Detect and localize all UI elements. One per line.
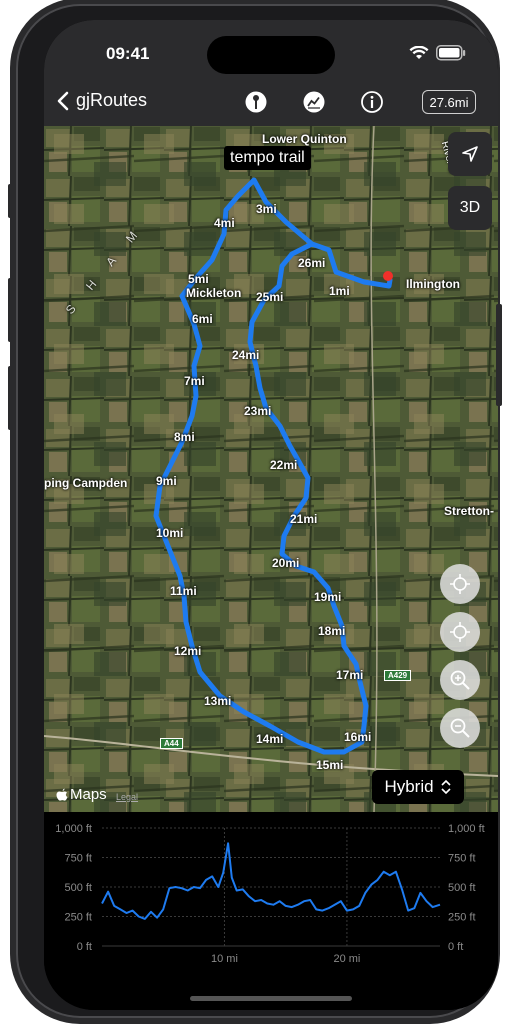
y-tick-label-left: 0 ft <box>77 941 92 953</box>
maps-attribution: Maps <box>56 786 107 803</box>
mile-marker: 17mi <box>336 668 364 682</box>
elevation-chart-svg: 1,000 ft 1,000 ft 750 ft 750 ft 500 ft 500 ft… <box>55 823 485 965</box>
mile-marker: 8mi <box>174 430 195 444</box>
zoom-in-icon <box>450 670 470 690</box>
pin-icon <box>245 91 267 113</box>
mile-marker: 10mi <box>156 526 184 540</box>
place-label: Mickleton <box>186 286 242 300</box>
status-bar: 09:41 <box>44 20 498 78</box>
mile-marker: 7mi <box>184 374 205 388</box>
action-button <box>8 184 14 218</box>
mile-marker: 11mi <box>170 584 197 598</box>
y-tick-label-right: 250 ft <box>448 912 476 924</box>
start-marker <box>383 271 393 281</box>
place-label: Lower Quinton <box>262 132 347 146</box>
x-tick-label: 20 mi <box>333 953 360 965</box>
mile-marker: 3mi <box>256 202 277 216</box>
three-d-button[interactable]: 3D <box>448 186 492 230</box>
home-indicator <box>190 996 352 1001</box>
phone-frame: 09:41 gjRoutes 27.6mi tempo trail Lower … <box>16 4 498 1018</box>
y-tick-label-right: 500 ft <box>448 882 476 894</box>
mile-marker: 24mi <box>232 348 260 362</box>
mile-marker: 20mi <box>272 556 300 570</box>
distance-badge[interactable]: 27.6mi <box>422 90 476 114</box>
mile-marker: 1mi <box>329 284 350 298</box>
map-type-selector[interactable]: Hybrid <box>372 770 464 804</box>
mile-marker: 19mi <box>314 590 342 604</box>
y-tick-label-right: 1,000 ft <box>448 823 485 835</box>
track-button[interactable] <box>440 612 480 652</box>
pin-button[interactable] <box>244 90 268 114</box>
map-view[interactable]: tempo trail Lower Quinton Mickleton Ilmi… <box>44 126 498 812</box>
mile-marker: 22mi <box>270 458 298 472</box>
chevron-left-icon <box>57 91 69 110</box>
location-arrow-icon <box>462 146 478 162</box>
zoom-out-icon <box>450 718 470 738</box>
y-tick-label-left: 750 ft <box>64 853 92 865</box>
mile-marker: 21mi <box>290 512 318 526</box>
mile-marker: 16mi <box>344 730 372 744</box>
zoom-in-button[interactable] <box>440 660 480 700</box>
mile-marker: 6mi <box>192 312 213 326</box>
elevation-line <box>101 842 441 920</box>
mile-marker: 23mi <box>244 404 272 418</box>
chevron-up-down-icon <box>440 779 451 795</box>
place-label: Stretton- <box>444 504 494 518</box>
elevation-button[interactable] <box>302 90 326 114</box>
place-label: Ilmington <box>406 277 460 291</box>
info-button[interactable] <box>360 90 384 114</box>
info-icon <box>361 91 383 113</box>
mile-marker: 15mi <box>316 758 344 772</box>
map-type-label: Hybrid <box>384 777 434 796</box>
elevation-chart-icon <box>303 91 325 113</box>
legal-link[interactable]: Legal <box>116 792 138 802</box>
crosshair-icon <box>450 574 470 594</box>
recenter-button[interactable] <box>440 564 480 604</box>
road-label: A429 <box>384 670 412 681</box>
mile-marker: 13mi <box>204 694 232 708</box>
back-button[interactable]: gjRoutes <box>56 90 147 111</box>
status-time: 09:41 <box>106 44 150 63</box>
apple-logo-icon <box>56 788 68 801</box>
crosshair-icon <box>450 622 470 642</box>
y-tick-label-left: 250 ft <box>64 912 92 924</box>
y-tick-label-right: 0 ft <box>448 941 463 953</box>
mile-marker: 25mi <box>256 290 284 304</box>
back-label: gjRoutes <box>76 90 148 110</box>
elevation-chart[interactable]: 1,000 ft 1,000 ft 750 ft 750 ft 500 ft 500 ft… <box>44 812 498 1010</box>
place-label: ping Campden <box>44 476 128 490</box>
wifi-icon <box>409 46 429 59</box>
y-tick-label-right: 750 ft <box>448 853 476 865</box>
road-label: A44 <box>160 738 183 749</box>
mile-marker: 4mi <box>214 216 235 230</box>
screen: 09:41 gjRoutes 27.6mi tempo trail Lower … <box>44 20 498 1010</box>
volume-down-button <box>8 366 14 430</box>
y-tick-label-left: 500 ft <box>64 882 92 894</box>
maps-attribution-label: Maps <box>70 786 107 803</box>
mile-marker: 18mi <box>318 624 346 638</box>
x-tick-label: 10 mi <box>211 953 238 965</box>
route-title[interactable]: tempo trail <box>224 146 311 170</box>
zoom-out-button[interactable] <box>440 708 480 748</box>
dynamic-island <box>207 36 335 74</box>
volume-up-button <box>8 278 14 342</box>
mile-marker: 26mi <box>298 256 326 270</box>
mile-marker: 9mi <box>156 474 177 488</box>
locate-button[interactable] <box>448 132 492 176</box>
battery-icon <box>436 45 466 61</box>
nav-bar: gjRoutes 27.6mi <box>44 78 498 126</box>
y-tick-label-left: 1,000 ft <box>55 823 92 835</box>
power-button <box>496 304 502 406</box>
mile-marker: 5mi <box>188 272 209 286</box>
mile-marker: 12mi <box>174 644 202 658</box>
mile-marker: 14mi <box>256 732 284 746</box>
